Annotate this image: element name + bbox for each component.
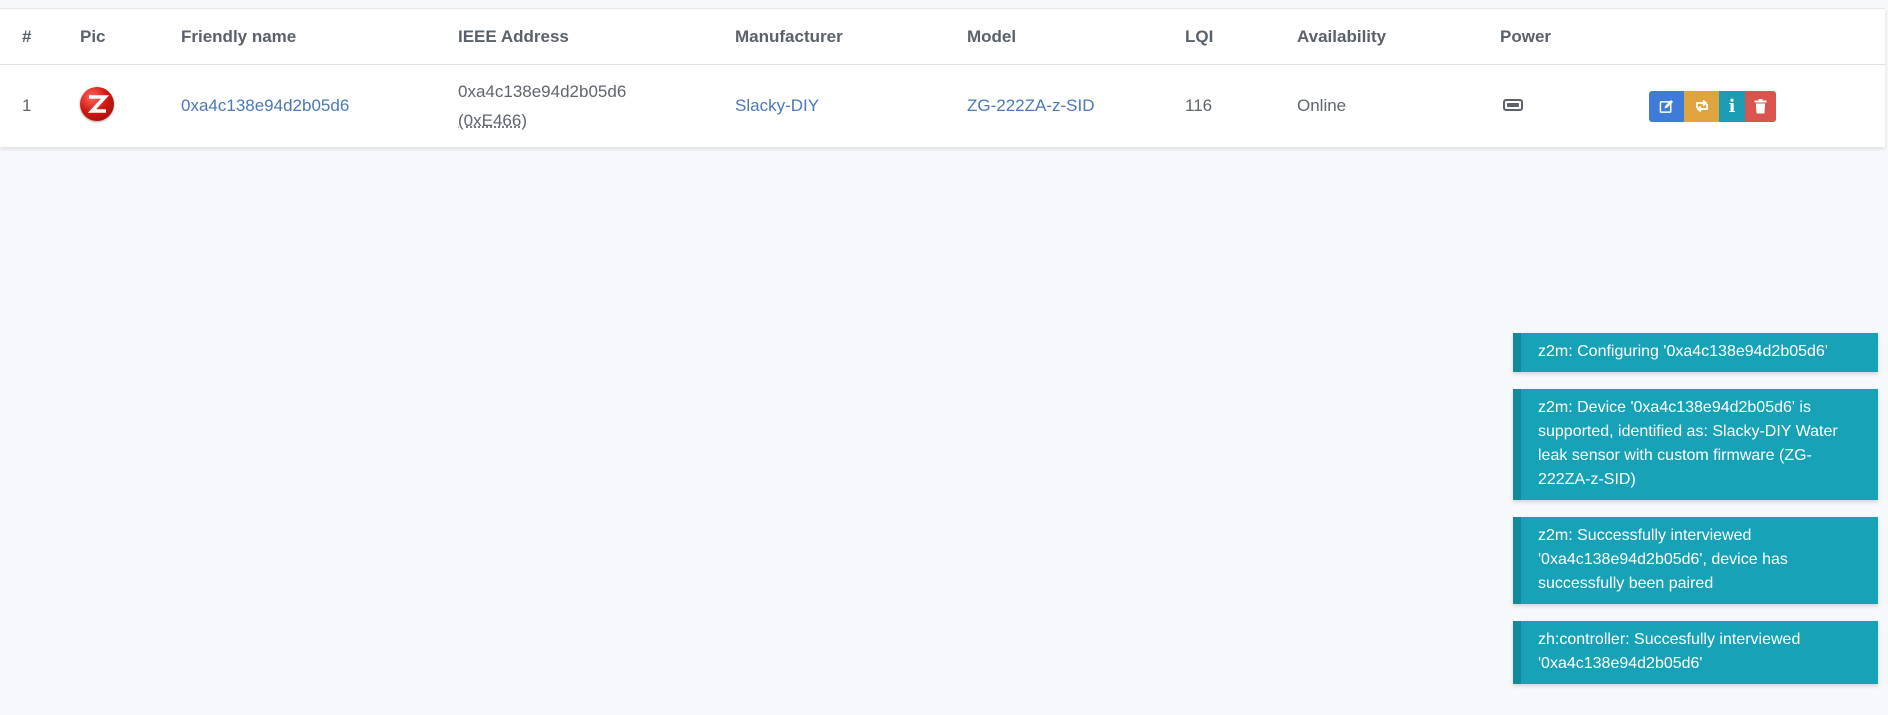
- device-actions-group: i: [1649, 90, 1776, 122]
- trash-icon: [1754, 98, 1767, 113]
- toast-notification[interactable]: z2m: Configuring '0xa4c138e94d2b05d6': [1513, 333, 1878, 372]
- header-num[interactable]: #: [0, 9, 80, 65]
- row-actions: i: [1649, 65, 1885, 148]
- device-network-address[interactable]: (0xE466): [458, 111, 527, 130]
- row-num: 1: [22, 96, 32, 115]
- reconfigure-device-button[interactable]: [1684, 90, 1719, 122]
- row-pic: [80, 65, 181, 148]
- device-model-link[interactable]: ZG-222ZA-z-SID: [967, 96, 1095, 115]
- header-power[interactable]: Power: [1500, 9, 1649, 65]
- devices-table-card: # Pic Friendly name IEEE Address Manufac…: [0, 8, 1885, 147]
- header-availability[interactable]: Availability: [1297, 9, 1500, 65]
- delete-device-button[interactable]: [1745, 90, 1776, 122]
- table-row: 1 0xa4c138e94d2b05d6 0xa4c138e94d2b05d6 …: [0, 65, 1885, 148]
- notification-toasts: z2m: Configuring '0xa4c138e94d2b05d6' z2…: [1513, 333, 1878, 701]
- header-ieee-address[interactable]: IEEE Address: [458, 9, 735, 65]
- battery-icon: [1503, 99, 1523, 111]
- toast-notification[interactable]: z2m: Successfully interviewed '0xa4c138e…: [1513, 517, 1878, 604]
- device-manufacturer-link[interactable]: Slacky-DIY: [735, 96, 819, 115]
- device-lqi: 116: [1185, 96, 1213, 115]
- device-availability: Online: [1297, 96, 1347, 115]
- toast-notification[interactable]: zh:controller: Succesfully interviewed '…: [1513, 621, 1878, 684]
- header-actions: [1649, 9, 1885, 65]
- device-info-button[interactable]: i: [1719, 90, 1745, 122]
- device-ieee-address: 0xa4c138e94d2b05d6: [458, 82, 627, 101]
- toast-notification[interactable]: z2m: Device '0xa4c138e94d2b05d6' is supp…: [1513, 389, 1878, 500]
- edit-icon: [1659, 99, 1674, 113]
- header-lqi[interactable]: LQI: [1185, 9, 1297, 65]
- zigbee-z-glyph: [87, 94, 110, 113]
- edit-device-button[interactable]: [1649, 90, 1684, 122]
- header-model[interactable]: Model: [967, 9, 1185, 65]
- reconfigure-icon: [1695, 99, 1708, 113]
- zigbee-logo-icon[interactable]: [80, 86, 114, 121]
- header-friendly-name[interactable]: Friendly name: [181, 9, 458, 65]
- header-pic: Pic: [80, 9, 181, 65]
- table-header-row: # Pic Friendly name IEEE Address Manufac…: [0, 9, 1885, 65]
- devices-table: # Pic Friendly name IEEE Address Manufac…: [0, 9, 1885, 147]
- header-manufacturer[interactable]: Manufacturer: [735, 9, 967, 65]
- device-friendly-name-link[interactable]: 0xa4c138e94d2b05d6: [181, 96, 349, 115]
- info-icon: i: [1728, 95, 1736, 117]
